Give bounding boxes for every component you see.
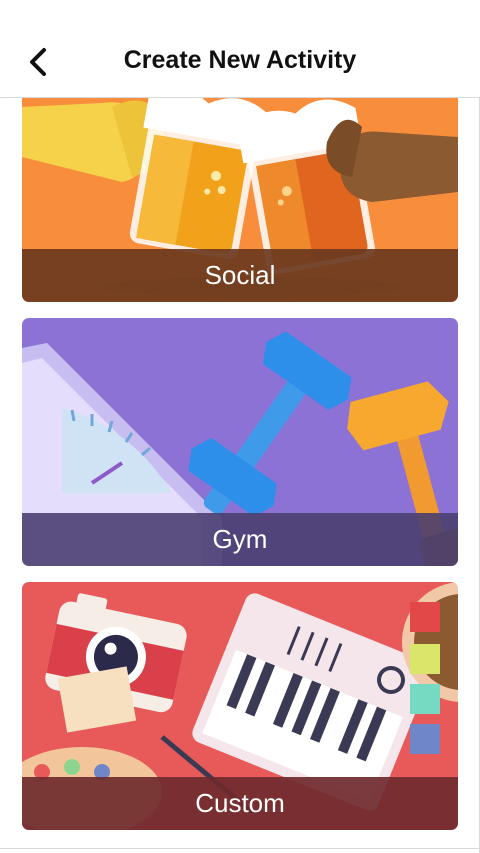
- header-bar: Create New Activity: [0, 0, 480, 98]
- page-title: Create New Activity: [123, 46, 357, 74]
- card-label-social: Social: [204, 260, 276, 290]
- card-label-bar: Custom: [22, 777, 458, 830]
- card-label-bar: Social: [22, 249, 458, 302]
- activity-card-gym[interactable]: Gym: [22, 318, 458, 566]
- card-label-custom: Custom: [195, 788, 285, 818]
- card-label-bar: Gym: [22, 513, 458, 566]
- activity-card-social[interactable]: Social: [22, 97, 458, 302]
- bottom-divider: [0, 848, 480, 849]
- activity-card-custom[interactable]: Custom: [22, 582, 458, 830]
- card-label-gym: Gym: [212, 524, 268, 554]
